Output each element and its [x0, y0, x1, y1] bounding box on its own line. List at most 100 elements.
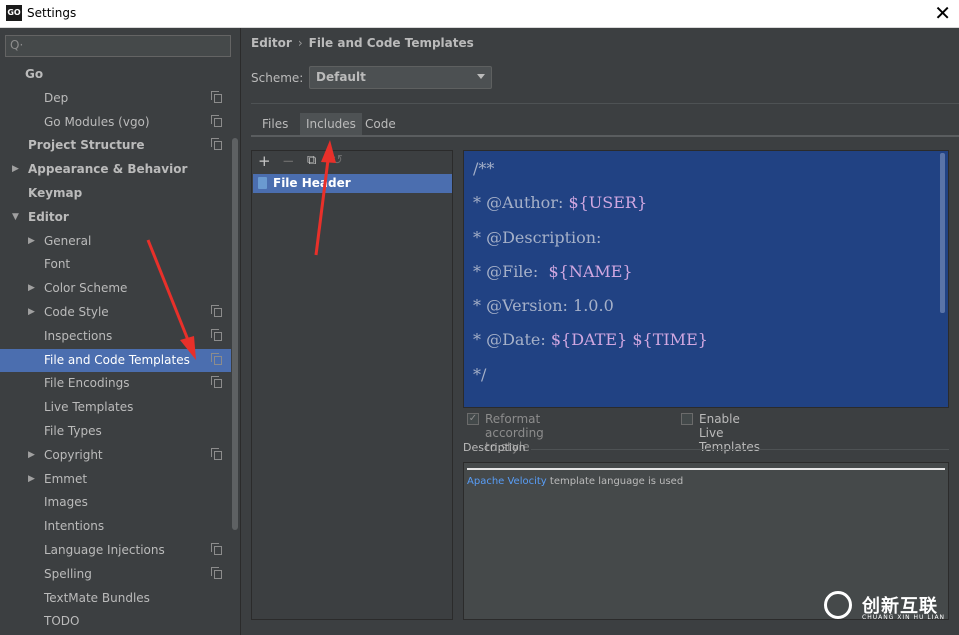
sidebar-item-textmate-bundles[interactable]: TextMate Bundles	[0, 587, 231, 611]
search-input[interactable]: Q·	[5, 35, 231, 57]
sidebar-item-emmet[interactable]: ▶ Emmet	[0, 468, 231, 492]
scheme-dropdown[interactable]: Default	[309, 66, 492, 89]
project-copy-icon	[211, 447, 222, 460]
add-icon[interactable]: +	[258, 152, 271, 170]
sidebar-item-color-scheme[interactable]: ▶ Color Scheme	[0, 277, 231, 301]
sidebar-item-project-structure[interactable]: Project Structure	[0, 134, 231, 158]
live-templates-label: Enable Live Templates	[699, 412, 761, 454]
sidebar-item-label: File and Code Templates	[44, 352, 190, 367]
template-item-label: File Header	[273, 176, 351, 190]
code-text: * @Description:	[473, 228, 602, 247]
code-line: * @Version: 1.0.0	[473, 296, 614, 315]
sidebar-item-live-templates[interactable]: Live Templates	[0, 396, 231, 420]
tab-code[interactable]: Code	[359, 113, 402, 135]
sidebar-item-inspections[interactable]: Inspections	[0, 325, 231, 349]
reformat-checkbox[interactable]: ✓	[467, 413, 479, 425]
divider	[251, 103, 959, 104]
sidebar-item-label: Appearance & Behavior	[28, 162, 188, 177]
sidebar-item-label: Dep	[44, 90, 69, 105]
sidebar-item-label: Project Structure	[28, 138, 145, 153]
chevron-down-icon	[477, 74, 485, 79]
sidebar-item-todo[interactable]: TODO	[0, 610, 231, 634]
project-copy-icon	[211, 352, 222, 365]
file-template-icon	[258, 177, 267, 189]
sidebar-item-copyright[interactable]: ▶ Copyright	[0, 444, 231, 468]
copy-template-icon[interactable]: ⧉	[307, 153, 316, 168]
expand-arrow-right-icon[interactable]: ▶	[28, 277, 35, 301]
breadcrumb-current: File and Code Templates	[308, 36, 474, 50]
sidebar-item-label: Go Modules (vgo)	[44, 114, 150, 129]
settings-tree: Go Dep Go Modules (vgo) Project Structure ▶ A…	[0, 63, 231, 634]
settings-sidebar: Q· Go Dep Go Modules (vgo) Project Structur…	[0, 28, 241, 635]
sidebar-item-label: File Types	[44, 423, 102, 438]
breadcrumb-parent[interactable]: Editor	[251, 36, 292, 50]
velocity-link[interactable]: Apache Velocity	[467, 476, 547, 487]
app-logo-icon: GO	[6, 5, 22, 21]
remove-icon[interactable]: −	[282, 152, 295, 170]
sidebar-item-go-modules-vgo[interactable]: Go Modules (vgo)	[0, 111, 231, 135]
project-copy-icon	[211, 566, 222, 579]
sidebar-item-appearance-behavior[interactable]: ▶ Appearance & Behavior	[0, 158, 231, 182]
sidebar-item-label: Emmet	[44, 471, 88, 486]
breadcrumb: Editor › File and Code Templates	[251, 36, 474, 50]
sidebar-item-keymap[interactable]: Keymap	[0, 182, 231, 206]
sidebar-item-spelling[interactable]: Spelling	[0, 563, 231, 587]
sidebar-item-dep[interactable]: Dep	[0, 87, 231, 111]
sidebar-item-general[interactable]: ▶ General	[0, 230, 231, 254]
project-copy-icon	[211, 542, 222, 555]
sidebar-item-label: Language Injections	[44, 542, 165, 557]
sidebar-item-go[interactable]: Go	[0, 63, 231, 87]
sidebar-item-label: Go	[25, 67, 44, 81]
scheme-label: Scheme:	[251, 71, 304, 85]
expand-arrow-right-icon[interactable]: ▶	[28, 444, 35, 468]
template-variable: ${NAME}	[548, 262, 633, 281]
sidebar-item-label: Intentions	[44, 519, 105, 534]
project-copy-icon	[211, 138, 222, 151]
expand-arrow-right-icon[interactable]: ▶	[28, 468, 35, 492]
sidebar-item-code-style[interactable]: ▶ Code Style	[0, 301, 231, 325]
sidebar-scrollbar[interactable]	[232, 138, 238, 530]
code-line: * @Date: ${DATE} ${TIME}	[473, 330, 708, 349]
sidebar-item-file-and-code-templates[interactable]: File and Code Templates	[0, 348, 231, 373]
code-line: * @Author: ${USER}	[473, 193, 647, 212]
title-bar: GO Settings ✕	[0, 0, 959, 28]
search-icon: Q·	[10, 38, 24, 52]
template-editor[interactable]: /** * @Author: ${USER} * @Description: * @F…	[463, 150, 949, 408]
editor-scrollbar[interactable]	[940, 153, 945, 313]
tab-files[interactable]: Files	[256, 113, 294, 135]
window-title: Settings	[27, 6, 77, 20]
sidebar-item-label: Keymap	[28, 185, 83, 200]
sidebar-item-images[interactable]: Images	[0, 491, 231, 515]
code-text: /**	[473, 159, 495, 178]
close-icon[interactable]: ✕	[934, 2, 951, 24]
project-copy-icon	[211, 304, 222, 317]
sidebar-item-label: TODO	[44, 614, 80, 629]
code-line: * @Description:	[473, 228, 601, 247]
expand-arrow-right-icon[interactable]: ▶	[12, 158, 19, 182]
description-body: template language is used	[546, 476, 684, 487]
code-text: * @Author:	[473, 193, 569, 212]
sidebar-item-label: Font	[44, 257, 71, 272]
tab-includes[interactable]: Includes	[300, 113, 362, 135]
sidebar-item-font[interactable]: Font	[0, 253, 231, 277]
project-copy-icon	[211, 376, 222, 389]
sidebar-item-label: File Encodings	[44, 376, 130, 391]
expand-arrow-right-icon[interactable]: ▶	[28, 230, 35, 254]
expand-arrow-down-icon[interactable]: ▼	[12, 206, 19, 230]
sidebar-item-file-encodings[interactable]: File Encodings	[0, 372, 231, 396]
sidebar-item-file-types[interactable]: File Types	[0, 420, 231, 444]
sidebar-item-intentions[interactable]: Intentions	[0, 515, 231, 539]
sidebar-item-label: Live Templates	[44, 400, 134, 415]
project-copy-icon	[211, 328, 222, 341]
description-rule	[467, 468, 945, 470]
watermark-logo-icon	[824, 591, 852, 619]
watermark: 创新互联 CHUANG XIN HU LIAN	[820, 588, 955, 628]
sidebar-item-editor[interactable]: ▼ Editor	[0, 206, 231, 230]
sidebar-item-label: TextMate Bundles	[44, 590, 150, 605]
expand-arrow-right-icon[interactable]: ▶	[28, 301, 35, 325]
reset-icon[interactable]: ↺	[332, 153, 343, 168]
live-templates-checkbox[interactable]	[681, 413, 693, 425]
template-item-file-header[interactable]: File Header	[253, 174, 452, 193]
description-text: Apache Velocity template language is use…	[467, 476, 683, 487]
sidebar-item-language-injections[interactable]: Language Injections	[0, 539, 231, 563]
